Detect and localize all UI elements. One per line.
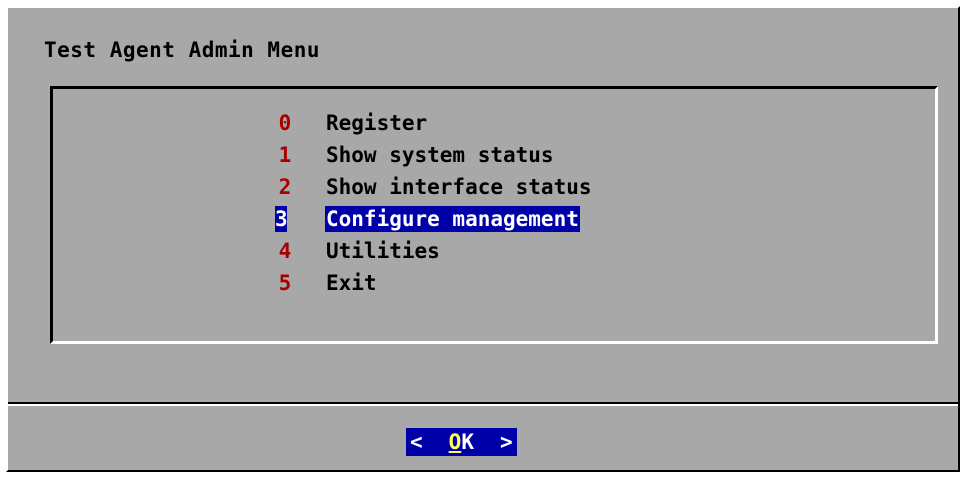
ok-button-hotkey: O <box>448 430 462 454</box>
menu-item-key: 4 <box>278 239 292 263</box>
menu-item-key: 3 <box>275 206 288 232</box>
menu-box: 0 Register 1 Show system status 2 Show i… <box>50 86 938 344</box>
menu-item-configure-management[interactable]: 3 Configure management <box>275 203 593 235</box>
menu-item-key: 1 <box>278 143 292 167</box>
ok-button-right-bracket: > <box>499 430 513 454</box>
menu-item-show-system-status[interactable]: 1 Show system status <box>275 139 593 171</box>
dialog-title: Test Agent Admin Menu <box>44 38 321 62</box>
ok-button-label-rest: K <box>461 430 474 454</box>
menu-item-key: 0 <box>278 111 292 135</box>
admin-menu-dialog: Test Agent Admin Menu 0 Register 1 Show … <box>6 6 960 472</box>
menu-item-show-interface-status[interactable]: 2 Show interface status <box>275 171 593 203</box>
menu-item-register[interactable]: 0 Register <box>275 107 593 139</box>
ok-button-label: OK <box>449 430 474 454</box>
menu-item-exit[interactable]: 5 Exit <box>275 267 593 299</box>
ok-button[interactable]: < OK > <box>406 428 517 456</box>
menu-item-label: Configure management <box>325 206 580 232</box>
ok-button-left-bracket: < <box>410 430 423 454</box>
menu-item-label: Exit <box>326 271 377 295</box>
menu-item-key: 2 <box>278 175 292 199</box>
menu-item-label: Register <box>326 111 428 135</box>
menu-item-label: Show system status <box>326 143 554 167</box>
menu-item-label: Show interface status <box>326 175 592 199</box>
button-area-separator <box>8 402 958 406</box>
menu-item-utilities[interactable]: 4 Utilities <box>275 235 593 267</box>
screen: Test Agent Admin Menu 0 Register 1 Show … <box>0 0 964 478</box>
menu-item-label: Utilities <box>326 239 440 263</box>
menu-item-key: 5 <box>278 271 292 295</box>
menu-list: 0 Register 1 Show system status 2 Show i… <box>275 107 593 299</box>
